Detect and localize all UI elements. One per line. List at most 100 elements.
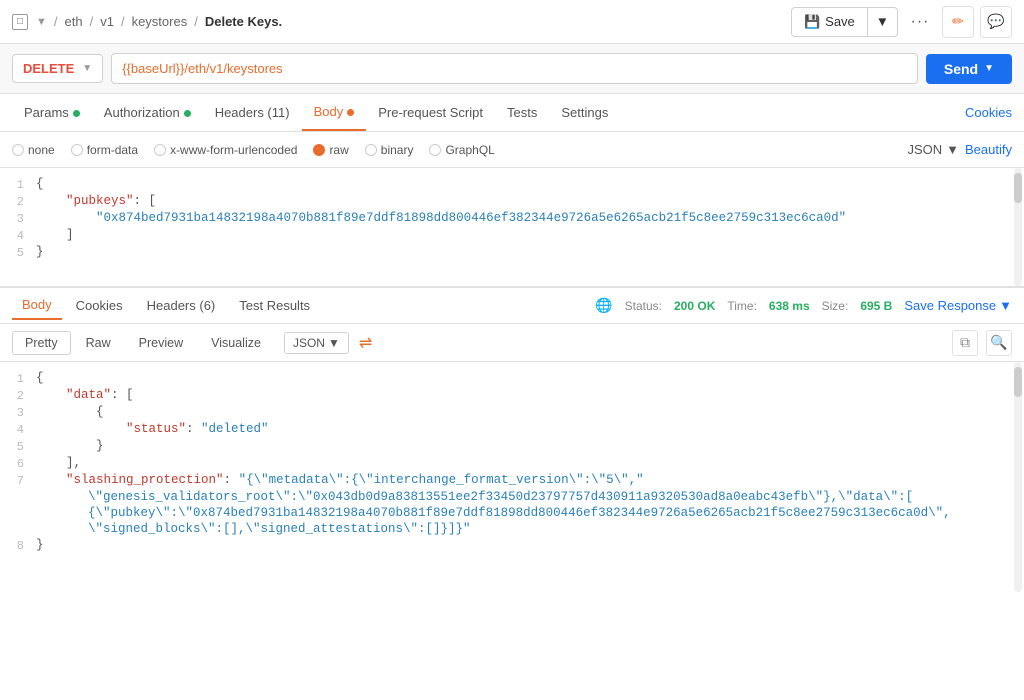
req-line-4: 4 ] — [0, 227, 1024, 244]
resp-line-2: 2 "data": [ — [0, 387, 1024, 404]
comment-button[interactable]: 💬 — [980, 6, 1012, 38]
filter-icon[interactable]: ⇌ — [359, 333, 372, 353]
req-line-2: 2 "pubkeys": [ — [0, 193, 1024, 210]
req-line-5: 5 } — [0, 244, 1024, 261]
send-button[interactable]: Send ▼ — [926, 54, 1012, 84]
subtab-pretty[interactable]: Pretty — [12, 331, 71, 355]
save-button[interactable]: 💾 Save — [792, 9, 867, 35]
breadcrumb-v1: v1 — [100, 14, 114, 29]
response-format-select[interactable]: JSON ▼ — [284, 332, 349, 354]
top-bar: □ ▼ / eth / v1 / keystores / Delete Keys… — [0, 0, 1024, 44]
globe-icon: 🌐 — [595, 297, 612, 314]
response-subtabs: Pretty Raw Preview Visualize JSON ▼ ⇌ ⧉ … — [0, 324, 1024, 362]
radio-graphql[interactable]: GraphQL — [429, 143, 494, 157]
url-bar: DELETE ▼ Send ▼ — [0, 44, 1024, 94]
beautify-button[interactable]: Beautify — [965, 142, 1012, 157]
save-dropdown-button[interactable]: ▼ — [868, 9, 897, 34]
more-options-button[interactable]: ··· — [904, 6, 936, 38]
status-value: 200 OK — [674, 299, 715, 313]
resp-format-caret: ▼ — [328, 336, 340, 350]
tab-settings[interactable]: Settings — [549, 95, 620, 130]
breadcrumb: □ ▼ / eth / v1 / keystores / Delete Keys… — [12, 14, 791, 30]
request-title: Delete Keys. — [205, 14, 282, 29]
url-input[interactable] — [111, 53, 918, 84]
method-label: DELETE — [23, 61, 74, 76]
edit-button[interactable]: ✏ — [942, 6, 974, 38]
radio-binary-circle — [365, 144, 377, 156]
radio-urlencoded-circle — [154, 144, 166, 156]
file-icon: □ — [12, 14, 28, 30]
response-body: 1 { 2 "data": [ 3 { 4 "status": "deleted… — [0, 362, 1024, 592]
tab-list: Params Authorization Headers (11) Body P… — [12, 94, 965, 131]
radio-formdata-circle — [71, 144, 83, 156]
response-status: 🌐 Status: 200 OK Time: 638 ms Size: 695 … — [595, 297, 1012, 314]
subtab-preview[interactable]: Preview — [126, 331, 196, 355]
resp-line-6: 6 ], — [0, 455, 1024, 472]
tab-params[interactable]: Params — [12, 95, 92, 130]
tab-body[interactable]: Body — [302, 94, 367, 131]
resp-line-7: 7 "slashing_protection": "{\"metadata\":… — [0, 472, 1024, 489]
response-header: Body Cookies Headers (6) Test Results 🌐 … — [0, 288, 1024, 324]
resp-tab-cookies[interactable]: Cookies — [66, 292, 133, 319]
radio-none[interactable]: none — [12, 143, 55, 157]
copy-button[interactable]: ⧉ — [952, 330, 978, 356]
resp-line-4: 4 "status": "deleted" — [0, 421, 1024, 438]
req-line-3: 3 "0x874bed7931ba14832198a4070b881f89e7d… — [0, 210, 1024, 227]
resp-line-7c: {\"pubkey\":\"0x874bed7931ba14832198a407… — [0, 505, 1024, 521]
cookies-link[interactable]: Cookies — [965, 105, 1012, 120]
format-controls: JSON ▼ Beautify — [907, 142, 1012, 157]
save-icon: 💾 — [804, 14, 820, 30]
request-tabs: Params Authorization Headers (11) Body P… — [0, 94, 1024, 132]
format-caret: ▼ — [946, 142, 959, 157]
response-scrollbar-thumb — [1014, 367, 1022, 397]
editor-scrollbar-thumb — [1014, 173, 1022, 203]
radio-none-circle — [12, 144, 24, 156]
body-type-bar: none form-data x-www-form-urlencoded raw… — [0, 132, 1024, 168]
tab-pre-request[interactable]: Pre-request Script — [366, 95, 495, 130]
response-time: 638 ms — [769, 299, 810, 313]
response-actions: ⧉ 🔍 — [952, 330, 1012, 356]
resp-line-8: 8 } — [0, 537, 1024, 554]
radio-urlencoded[interactable]: x-www-form-urlencoded — [154, 143, 297, 157]
subtab-raw[interactable]: Raw — [73, 331, 124, 355]
resp-tab-body[interactable]: Body — [12, 291, 62, 320]
breadcrumb-arrow: ▼ — [36, 16, 47, 28]
format-select[interactable]: JSON ▼ — [907, 142, 959, 157]
resp-tab-headers[interactable]: Headers (6) — [137, 292, 226, 319]
resp-line-1: 1 { — [0, 370, 1024, 387]
response-scrollbar[interactable] — [1014, 362, 1022, 592]
method-select[interactable]: DELETE ▼ — [12, 54, 103, 83]
params-dot — [73, 110, 80, 117]
response-size: 695 B — [860, 299, 892, 313]
top-bar-actions: 💾 Save ▼ ··· ✏ 💬 — [791, 6, 1012, 38]
auth-dot — [184, 110, 191, 117]
resp-tab-test-results[interactable]: Test Results — [229, 292, 320, 319]
tab-tests[interactable]: Tests — [495, 95, 549, 130]
body-dot — [347, 109, 354, 116]
editor-scrollbar[interactable] — [1014, 168, 1022, 286]
search-button[interactable]: 🔍 — [986, 330, 1012, 356]
save-resp-caret: ▼ — [999, 298, 1012, 313]
subtab-visualize[interactable]: Visualize — [198, 331, 274, 355]
breadcrumb-keystores: keystores — [132, 14, 188, 29]
req-line-1: 1 { — [0, 176, 1024, 193]
resp-line-7d: \"signed_blocks\":[],\"signed_attestatio… — [0, 521, 1024, 537]
radio-raw-circle — [313, 144, 325, 156]
tab-headers[interactable]: Headers (11) — [203, 95, 302, 130]
breadcrumb-eth: eth — [65, 14, 83, 29]
radio-form-data[interactable]: form-data — [71, 143, 138, 157]
radio-binary[interactable]: binary — [365, 143, 414, 157]
request-body-editor[interactable]: 1 { 2 "pubkeys": [ 3 "0x874bed7931ba1483… — [0, 168, 1024, 288]
radio-raw[interactable]: raw — [313, 143, 348, 157]
send-caret: ▼ — [984, 63, 994, 74]
radio-graphql-circle — [429, 144, 441, 156]
resp-line-5: 5 } — [0, 438, 1024, 455]
save-response-button[interactable]: Save Response ▼ — [904, 298, 1012, 313]
save-btn-group: 💾 Save ▼ — [791, 7, 898, 37]
method-caret: ▼ — [82, 63, 92, 74]
tab-authorization[interactable]: Authorization — [92, 95, 203, 130]
resp-line-7b: \"genesis_validators_root\":\"0x043db0d9… — [0, 489, 1024, 505]
resp-line-3: 3 { — [0, 404, 1024, 421]
resp-format-label: JSON — [293, 336, 325, 350]
breadcrumb-sep: / — [54, 14, 58, 29]
